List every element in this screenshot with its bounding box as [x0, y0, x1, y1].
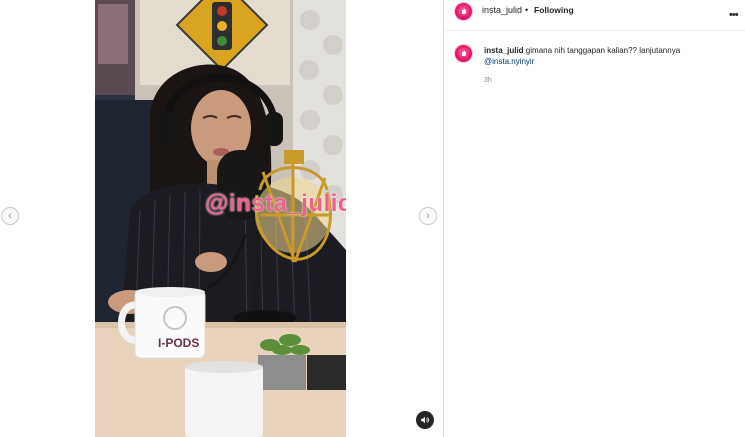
separator-dot: • — [525, 5, 529, 15]
chevron-right-icon: › — [426, 209, 430, 222]
more-options-icon[interactable]: ••• — [729, 10, 739, 21]
caption-avatar[interactable] — [454, 44, 473, 63]
caption-text: gimana nih tanggapan kalian?? lanjutanny… — [525, 46, 681, 55]
audio-toggle-button[interactable] — [416, 411, 434, 429]
caption-username[interactable]: insta_julid — [484, 46, 524, 55]
speaker-icon — [421, 416, 429, 424]
media-area: I-PODS @insta_julid ‹ › — [0, 0, 443, 437]
avatar[interactable] — [454, 2, 473, 21]
post-timestamp[interactable]: 3h — [484, 77, 492, 84]
post-caption: insta_julid gimana nih tanggapan kalian?… — [484, 45, 724, 67]
post-header: insta_julid • Following ••• — [444, 0, 745, 31]
instagram-post-page: I-PODS @insta_julid ‹ › insta_julid • Fo… — [0, 0, 745, 437]
profile-logo-icon — [461, 50, 466, 56]
post-author-username[interactable]: insta_julid — [482, 5, 522, 15]
profile-logo-icon — [461, 8, 466, 14]
watermark-text: @insta_julid — [205, 190, 346, 217]
chevron-left-icon: ‹ — [8, 209, 12, 222]
following-button[interactable]: Following — [534, 5, 574, 15]
post-side-panel: insta_julid • Following ••• insta_julid … — [444, 0, 745, 437]
mug-brand-text: I-PODS — [158, 336, 199, 350]
video-frame: I-PODS — [95, 0, 346, 437]
post-video[interactable]: I-PODS @insta_julid — [95, 0, 346, 437]
next-media-button[interactable]: › — [419, 207, 437, 225]
previous-media-button[interactable]: ‹ — [1, 207, 19, 225]
caption-mention-link[interactable]: @insta.nyinyir — [484, 57, 534, 66]
